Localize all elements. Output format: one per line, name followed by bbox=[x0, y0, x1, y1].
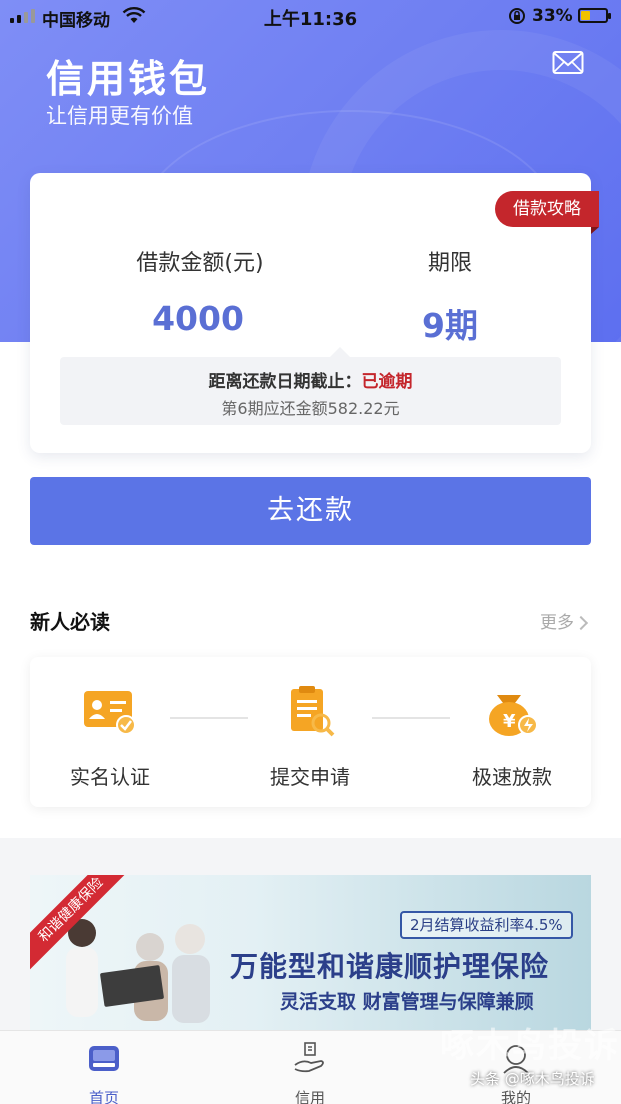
battery-icon bbox=[578, 8, 611, 23]
section-title-newcomer: 新人必读 bbox=[30, 610, 110, 634]
step-label: 极速放款 bbox=[472, 765, 552, 789]
tab-label: 信用 bbox=[294, 1089, 325, 1104]
money-bag-icon: ¥ bbox=[489, 695, 538, 736]
svg-text:¥: ¥ bbox=[503, 711, 516, 732]
step-submit[interactable]: 提交申请 bbox=[250, 685, 370, 790]
banner-title: 万能型和谐康顺护理保险 bbox=[230, 950, 550, 983]
overdue-status: 已逾期 bbox=[361, 372, 413, 392]
step-real-name[interactable]: 实名认证 bbox=[50, 685, 170, 790]
tab-credit[interactable]: 信用 bbox=[250, 1041, 370, 1104]
banner-subtitle: 灵活支取 财富管理与保障兼顾 bbox=[280, 991, 534, 1013]
due-status-line: 距离还款日期截止：已逾期 bbox=[60, 367, 561, 392]
orientation-lock-icon bbox=[509, 8, 525, 24]
home-icon bbox=[89, 1046, 119, 1071]
due-amount: 第6期应还金额582.22元 bbox=[221, 399, 400, 418]
loan-term-value: 9期 bbox=[422, 306, 478, 345]
watermark-small: 头条 @啄木鸟投诉 bbox=[470, 1070, 595, 1088]
loan-amount-value: 4000 bbox=[152, 299, 244, 338]
loan-summary-card: 借款攻略 借款金额(元) 期限 4000 9期 距离还款日期截止：已逾期 第6期… bbox=[30, 173, 599, 453]
due-info-box: 距离还款日期截止：已逾期 第6期应还金额582.22元 bbox=[60, 347, 561, 425]
clock: 上午11:36 bbox=[263, 9, 358, 30]
watermark-large: 啄木鸟投诉 bbox=[440, 1026, 620, 1066]
due-prefix: 距离还款日期截止： bbox=[208, 372, 362, 392]
chevron-right-icon bbox=[573, 615, 589, 631]
credit-hand-icon bbox=[294, 1042, 324, 1073]
repay-button[interactable]: 去还款 bbox=[30, 477, 591, 545]
battery-level bbox=[581, 11, 590, 20]
tab-home[interactable]: 首页 bbox=[44, 1041, 164, 1104]
step-label: 提交申请 bbox=[270, 765, 350, 789]
mail-icon[interactable] bbox=[552, 50, 584, 76]
newcomer-steps-card: 实名认证 提交申请 ¥ 极速放款 bbox=[30, 657, 591, 807]
tab-label: 我的 bbox=[500, 1089, 531, 1104]
app-title: 信用钱包 bbox=[46, 57, 211, 101]
more-link[interactable]: 更多 bbox=[540, 608, 589, 633]
app-subtitle: 让信用更有价值 bbox=[46, 104, 193, 128]
loan-amount-label: 借款金额(元) bbox=[136, 251, 264, 276]
loan-guide-badge[interactable]: 借款攻略 bbox=[495, 191, 599, 234]
insurance-banner[interactable]: 和谐健康保险 2月结算收益利率4.5% 万能型和谐康顺护理保险 灵活支取 财富管… bbox=[30, 875, 591, 1035]
id-card-icon bbox=[84, 691, 136, 735]
step-connector bbox=[372, 717, 450, 719]
step-connector bbox=[170, 717, 248, 719]
loan-term-label: 期限 bbox=[427, 251, 472, 276]
step-label: 实名认证 bbox=[70, 765, 150, 789]
battery-percent: 33% bbox=[532, 6, 573, 26]
step-fast-loan[interactable]: ¥ 极速放款 bbox=[452, 685, 572, 790]
tab-label: 首页 bbox=[88, 1089, 119, 1104]
status-bar: 中国移动 上午11:36 33% bbox=[0, 0, 621, 34]
rate-tag: 2月结算收益利率4.5% bbox=[400, 911, 573, 939]
more-label: 更多 bbox=[540, 613, 574, 633]
clipboard-icon bbox=[291, 686, 335, 737]
